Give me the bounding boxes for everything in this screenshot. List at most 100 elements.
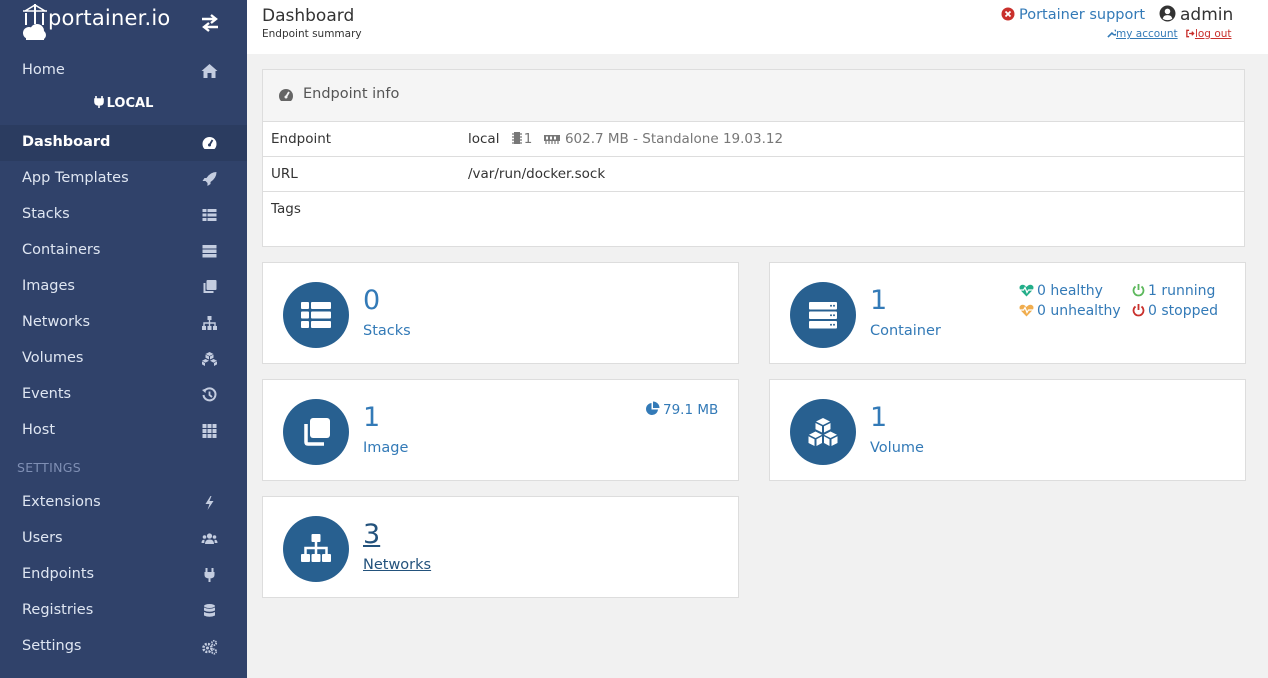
microchip-icon (511, 132, 522, 144)
cpu-count: 1 (523, 131, 533, 147)
panel-heading: Endpoint info (263, 70, 1244, 122)
healthy-label: 0 healthy (1037, 283, 1103, 299)
page-header: Dashboard Endpoint summary Portainer sup… (247, 0, 1268, 54)
sitemap-icon (301, 534, 331, 562)
sidebar-item-events[interactable]: Events (0, 377, 247, 413)
containers-label: Container (870, 323, 941, 339)
my-account-link[interactable]: my account (1107, 28, 1178, 40)
server-icon (809, 302, 837, 329)
row-key: Tags (271, 201, 301, 217)
bolt-icon (205, 496, 214, 510)
memory-and-version: 602.7 MB - Standalone 19.03.12 (564, 131, 784, 147)
sidebar-item-label: Volumes (22, 350, 84, 366)
stacks-count: 0 (363, 285, 381, 316)
exchange-icon[interactable] (200, 14, 220, 32)
stacks-widget[interactable]: 0 Stacks (262, 262, 739, 364)
page-subtitle: Endpoint summary (262, 28, 362, 40)
tachometer-icon (202, 137, 217, 149)
row-value: local 1 602.7 MB - Standalone 19.03.12 (468, 131, 783, 147)
log-out-label: log out (1194, 28, 1232, 40)
sign-out-icon (1186, 29, 1195, 38)
support-label: Portainer support (1019, 7, 1146, 23)
sidebar-item-registries[interactable]: Registries (0, 593, 247, 629)
sidebar-item-label: Settings (22, 638, 82, 654)
running-status: 1 running (1132, 283, 1215, 299)
settings-section-title: SETTINGS (17, 460, 81, 475)
sidebar-item-dashboard[interactable]: Dashboard (0, 125, 247, 161)
sidebar-item-label: Endpoints (22, 566, 95, 582)
sidebar-item-endpoints[interactable]: Endpoints (0, 557, 247, 593)
sidebar-item-images[interactable]: Images (0, 269, 247, 305)
log-out-link[interactable]: log out (1185, 28, 1232, 40)
rocket-icon (202, 172, 217, 186)
volumes-label: Volume (870, 440, 924, 456)
widget-icon-circle (283, 516, 349, 582)
cogs-icon (202, 639, 218, 655)
sidebar-item-label: Host (22, 422, 56, 438)
networks-widget[interactable]: 3 Networks (262, 496, 739, 598)
row-key: Endpoint (271, 131, 332, 147)
sidebar-item-containers[interactable]: Containers (0, 233, 247, 269)
images-size-label: 79.1 MB (663, 402, 719, 418)
server-icon (202, 245, 217, 258)
widget-icon-circle (790, 282, 856, 348)
stopped-label: 0 stopped (1148, 303, 1218, 319)
containers-widget[interactable]: 1 Container 0 healthy 0 unhealthy 1 runn… (769, 262, 1246, 364)
username: admin (1180, 5, 1234, 25)
sidebar-item-volumes[interactable]: Volumes (0, 341, 247, 377)
cubes-icon (202, 352, 217, 366)
networks-count[interactable]: 3 (363, 519, 380, 550)
url-value: /var/run/docker.sock (468, 166, 606, 182)
heartbeat-icon (1019, 304, 1034, 317)
panel-title: Endpoint info (303, 86, 400, 102)
tags-row: Tags (263, 192, 1244, 227)
endpoint-name: local (468, 131, 500, 147)
unhealthy-status: 0 unhealthy (1019, 303, 1121, 319)
sidebar-item-users[interactable]: Users (0, 521, 247, 557)
url-row: URL /var/run/docker.sock (263, 157, 1244, 192)
pie-chart-icon (646, 401, 660, 415)
sidebar: portainer.io Home LOCAL Dashboard App Te… (0, 0, 247, 678)
running-label: 1 running (1148, 283, 1216, 299)
portainer-support-link[interactable]: Portainer support (1001, 7, 1145, 23)
sidebar-item-label: App Templates (22, 170, 129, 186)
sidebar-item-label: Dashboard (22, 134, 111, 150)
widget-icon-circle (283, 282, 349, 348)
sidebar-item-label: Extensions (22, 494, 101, 510)
user-menu[interactable]: admin (1159, 5, 1233, 25)
sidebar-item-stacks[interactable]: Stacks (0, 197, 247, 233)
page-title: Dashboard (262, 6, 355, 26)
sidebar-item-label: Stacks (22, 206, 70, 222)
images-widget[interactable]: 1 Image 79.1 MB (262, 379, 739, 481)
brand[interactable]: portainer.io (22, 0, 222, 44)
portainer-logo-icon (23, 4, 47, 40)
user-circle-icon (1159, 5, 1176, 22)
cubes-icon (808, 418, 838, 446)
sidebar-item-settings[interactable]: Settings (0, 629, 247, 665)
users-icon (201, 533, 218, 544)
plug-icon (93, 96, 104, 108)
power-off-icon (1132, 304, 1145, 317)
memory-icon (543, 135, 560, 144)
images-label: Image (363, 440, 409, 456)
clone-icon (304, 418, 330, 446)
my-account-label: my account (1116, 28, 1178, 40)
sidebar-item-home[interactable]: Home (0, 53, 247, 89)
stacks-label: Stacks (363, 323, 411, 339)
endpoint-label: LOCAL (0, 96, 247, 111)
sidebar-item-app-templates[interactable]: App Templates (0, 161, 247, 197)
sidebar-item-host[interactable]: Host (0, 413, 247, 449)
volumes-count: 1 (870, 402, 888, 433)
clone-icon (203, 280, 217, 293)
images-size: 79.1 MB (645, 401, 718, 418)
volumes-widget[interactable]: 1 Volume (769, 379, 1246, 481)
times-circle-icon (1001, 7, 1015, 21)
sidebar-item-label: Users (22, 530, 63, 546)
sidebar-item-extensions[interactable]: Extensions (0, 485, 247, 521)
images-count: 1 (363, 402, 381, 433)
tachometer-icon (279, 89, 293, 101)
networks-label[interactable]: Networks (363, 557, 431, 573)
sidebar-item-networks[interactable]: Networks (0, 305, 247, 341)
brand-name: portainer.io (48, 6, 171, 30)
unhealthy-label: 0 unhealthy (1037, 303, 1121, 319)
